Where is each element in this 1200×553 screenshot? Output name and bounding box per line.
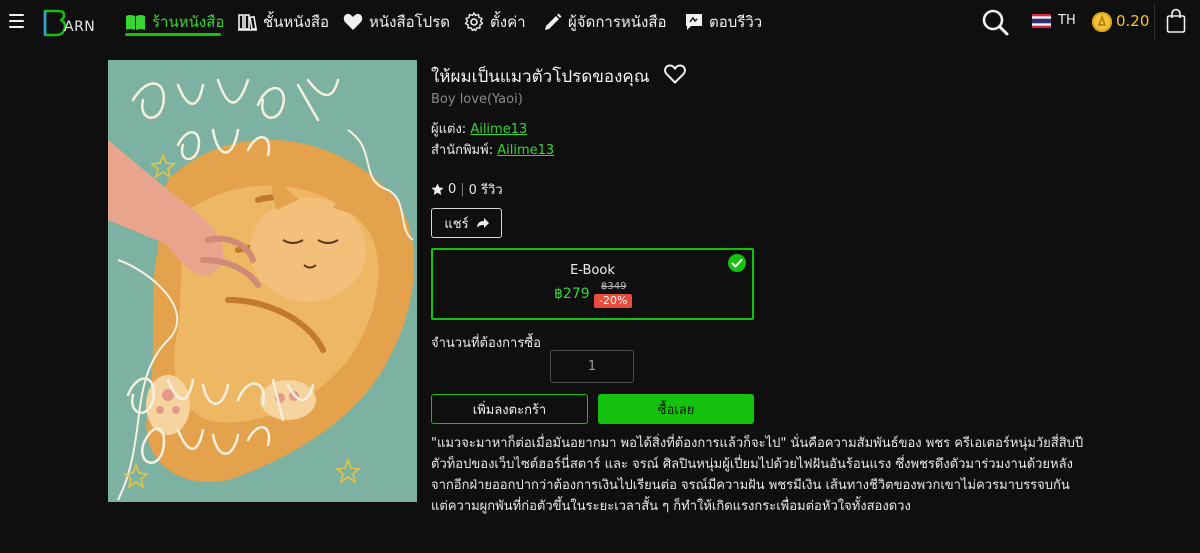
nav-favorites-label: หนังสือโปรด [369,13,451,31]
nav-book-manager[interactable]: ผู้จัดการหนังสือ [543,10,667,34]
pen-icon [545,13,562,30]
logo[interactable]: ARN [42,8,112,38]
buy-now-button[interactable]: ซื้อเลย [598,394,754,424]
nav-bookstore-label: ร้านหนังสือ [152,13,225,31]
publisher-row: สำนักพิมพ์: Ailime13 [431,139,554,160]
heart-icon [343,13,363,30]
share-button[interactable]: แชร์ [431,208,502,238]
coin-balance[interactable]: 0.20 [1116,12,1149,30]
star-icon [431,183,444,195]
nav-bookshelf-label: ชั้นหนังสือ [263,13,330,31]
share-arrow-icon [476,218,489,228]
rating-separator: | [460,182,465,197]
book-title: ให้ผมเป็นแมวตัวโปรดของคุณ [431,67,650,87]
thai-flag-icon[interactable] [1032,14,1051,28]
nav-book-manager-label: ผู้จัดการหนังสือ [568,13,667,31]
format-price: ฿279 [554,286,590,302]
nav-settings[interactable]: ตั้งค่า [464,10,526,34]
navbar-divider [1154,4,1155,40]
language-label[interactable]: TH [1058,13,1076,28]
rating-value: 0 [448,182,457,197]
book-description: "แมวจะมาหาก็ต่อเมื่อมันอยากมา พอได้สิ่งท… [431,433,1091,517]
publisher-link[interactable]: Ailime13 [497,143,554,158]
rating-summary: 0 | 0 รีวิว [431,179,503,200]
open-book-icon [126,15,145,30]
format-name: E-Book [570,263,615,278]
active-tab-indicator [125,33,221,36]
favorite-heart-icon[interactable] [664,64,686,84]
top-navbar: ARN ร้านหนังสือ ชั้นหนังสือ หนังสือโปรด … [0,0,1200,44]
hamburger-menu-icon[interactable] [9,14,24,28]
share-label: แชร์ [444,216,469,232]
discount-badge: -20% [594,294,633,308]
book-genre: Boy love(Yaoi) [431,92,523,107]
add-to-cart-button[interactable]: เพิ่มลงตะกร้า [431,394,588,424]
description-line: "แมวจะมาหาก็ต่อเมื่อมันอยากมา พอได้สิ่งท… [431,436,1084,451]
nav-favorites[interactable]: หนังสือโปรด [343,10,450,34]
review-count[interactable]: 0 รีวิว [469,179,503,200]
description-line: แต่ความผูกพันที่ก่อตัวขึ้นในระยะเวลาสั้น… [431,499,911,514]
description-line: จากอีกฝ่ายออกปากว่าต้องการเงินไปเรียนต่อ… [431,478,1070,493]
publisher-label: สำนักพิมพ์: [431,143,494,158]
review-reply-icon [686,14,702,30]
author-link[interactable]: Ailime13 [470,122,527,137]
book-cover-image [108,60,417,502]
coin-icon [1092,12,1112,32]
nav-reply-reviews[interactable]: ตอบรีวิว [685,10,762,34]
format-option-ebook[interactable]: E-Book ฿279 ฿349 -20% [431,248,754,320]
author-row: ผู้แต่ง: Ailime13 [431,118,527,139]
bookshelf-icon [238,14,257,31]
description-line: ตัวท็อปของเว็บไซต์ฮอร์นี่สตาร์ และ จรณ์ … [431,457,1073,472]
nav-reply-reviews-label: ตอบรีวิว [709,13,763,31]
format-old-price: ฿349 [601,281,627,292]
gear-icon [464,12,484,32]
nav-settings-label: ตั้งค่า [490,13,526,31]
nav-bookshelf[interactable]: ชั้นหนังสือ [238,10,329,34]
quantity-input[interactable]: 1 [550,350,634,383]
nav-bookstore[interactable]: ร้านหนังสือ [125,10,224,34]
shopping-bag-icon[interactable] [1166,8,1186,34]
quantity-label: จำนวนที่ต้องการซื้อ [431,336,541,351]
selected-check-icon [728,254,746,272]
search-icon[interactable] [981,8,1009,36]
author-label: ผู้แต่ง: [431,122,467,137]
logo-text: ARN [64,19,96,35]
